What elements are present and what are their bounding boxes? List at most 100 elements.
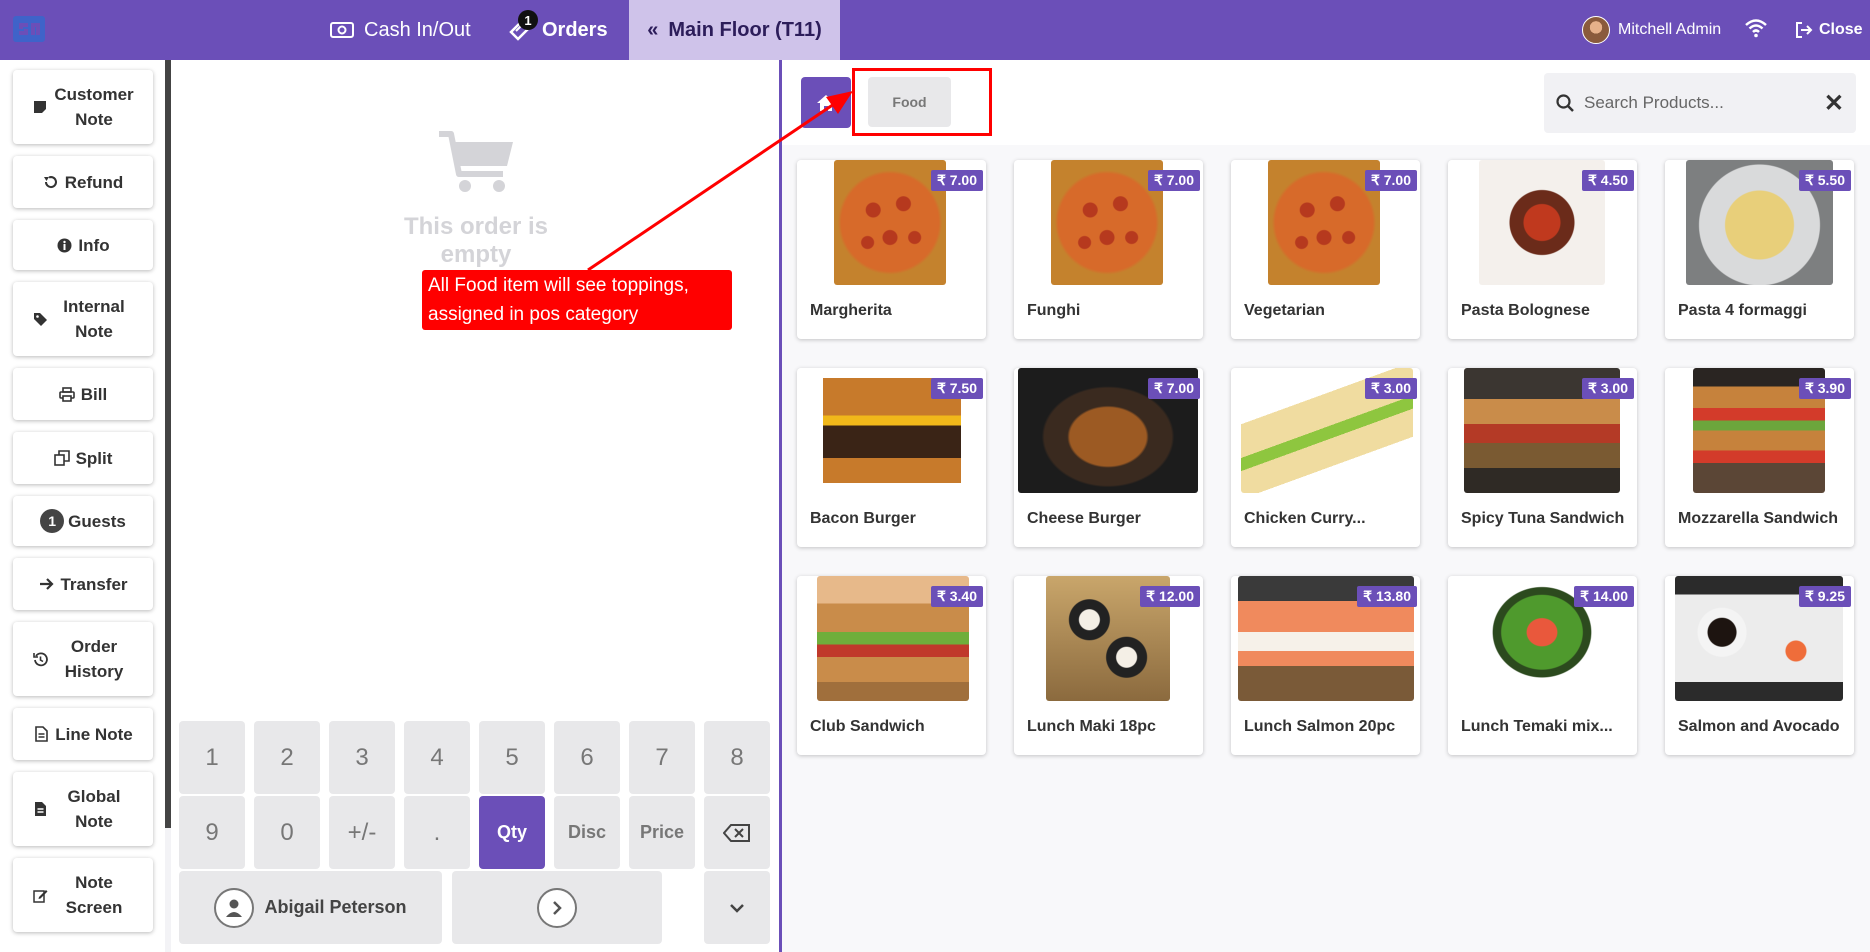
- numpad-key-5[interactable]: 5: [479, 721, 545, 794]
- product-card-funghi[interactable]: ₹ 7.00 Funghi: [1014, 160, 1203, 339]
- close-session-button[interactable]: Close: [1795, 0, 1863, 60]
- info-label: Info: [78, 235, 110, 255]
- product-card-spicy-tuna-sandwich[interactable]: ₹ 3.00 Spicy Tuna Sandwich: [1448, 368, 1637, 547]
- sticky-note-icon: [32, 99, 48, 115]
- product-price: ₹ 3.00: [1364, 378, 1417, 399]
- product-price: ₹ 9.25: [1798, 586, 1851, 607]
- product-card-mozzarella-sandwich[interactable]: ₹ 3.90 Mozzarella Sandwich: [1665, 368, 1854, 547]
- product-card-margherita[interactable]: ₹ 7.00 Margherita: [797, 160, 986, 339]
- info-button[interactable]: Info: [13, 220, 153, 270]
- cart-icon: [439, 131, 513, 192]
- numpad-key-0[interactable]: 0: [254, 796, 320, 869]
- payment-button[interactable]: [452, 871, 662, 944]
- close-label: Close: [1819, 21, 1863, 38]
- customer-note-label: Customer Note: [54, 85, 134, 129]
- app-logo-icon[interactable]: [12, 14, 46, 44]
- product-card-cheese-burger[interactable]: ₹ 7.00 Cheese Burger: [1014, 368, 1203, 547]
- product-search-box[interactable]: ✕: [1544, 73, 1856, 133]
- search-input[interactable]: [1584, 93, 1814, 113]
- undo-icon: [43, 174, 59, 190]
- numpad-key-9[interactable]: 9: [179, 796, 245, 869]
- print-icon: [58, 386, 75, 402]
- global-note-button[interactable]: Global Note: [13, 772, 153, 846]
- order-history-button[interactable]: Order History: [13, 622, 153, 696]
- internal-note-button[interactable]: Internal Note: [13, 282, 153, 356]
- home-category-button[interactable]: [801, 77, 851, 128]
- product-card-lunch-salmon[interactable]: ₹ 13.80 Lunch Salmon 20pc: [1231, 576, 1420, 755]
- product-name: Pasta 4 formaggi: [1678, 302, 1807, 319]
- double-chevron-left-icon: «: [647, 18, 659, 41]
- orders-count-badge: 1: [518, 10, 538, 30]
- numpad-key-3[interactable]: 3: [329, 721, 395, 794]
- numpad-key-7[interactable]: 7: [629, 721, 695, 794]
- file-text-icon: [32, 801, 48, 817]
- customer-note-button[interactable]: Customer Note: [13, 70, 153, 144]
- numpad-key-plus-minus[interactable]: +/-: [329, 796, 395, 869]
- numpad-key-1[interactable]: 1: [179, 721, 245, 794]
- more-actions-button[interactable]: [704, 871, 770, 944]
- bill-button[interactable]: Bill: [13, 368, 153, 420]
- numpad-qty-mode[interactable]: Qty: [479, 796, 545, 869]
- product-card-lunch-maki[interactable]: ₹ 12.00 Lunch Maki 18pc: [1014, 576, 1203, 755]
- arrow-right-icon: [38, 576, 54, 592]
- user-name: Mitchell Admin: [1618, 21, 1722, 38]
- product-name: Pasta Bolognese: [1461, 302, 1590, 319]
- annotation-line-1: All Food item will see toppings,: [428, 275, 689, 296]
- numpad-key-decimal[interactable]: .: [404, 796, 470, 869]
- floor-table-button[interactable]: « Main Floor (T11): [629, 0, 840, 60]
- guests-count-badge: 1: [40, 509, 65, 533]
- transfer-button[interactable]: Transfer: [13, 558, 153, 610]
- cash-in-out-label: Cash In/Out: [364, 18, 471, 41]
- copy-icon: [53, 450, 70, 466]
- product-price: ₹ 7.50: [930, 378, 983, 399]
- annotation-line-2: assigned in pos category: [428, 304, 639, 325]
- clear-search-icon[interactable]: ✕: [1824, 89, 1844, 118]
- numpad-disc-mode[interactable]: Disc: [554, 796, 620, 869]
- product-card-chicken-curry[interactable]: ₹ 3.00 Chicken Curry...: [1231, 368, 1420, 547]
- product-image: [1268, 160, 1380, 285]
- empty-order-text: This order is empty: [403, 213, 549, 268]
- guests-label: Guests: [68, 511, 126, 531]
- product-price: ₹ 3.40: [930, 586, 983, 607]
- product-card-lunch-temaki[interactable]: ₹ 14.00 Lunch Temaki mix...: [1448, 576, 1637, 755]
- line-note-button[interactable]: Line Note: [13, 708, 153, 760]
- guests-button[interactable]: 1 Guests: [13, 496, 153, 546]
- cash-in-out-button[interactable]: Cash In/Out: [330, 0, 471, 60]
- product-name: Salmon and Avocado: [1678, 718, 1840, 735]
- product-card-pasta-4-formaggi[interactable]: ₹ 5.50 Pasta 4 formaggi: [1665, 160, 1854, 339]
- global-note-label: Global Note: [67, 787, 121, 831]
- product-card-bacon-burger[interactable]: ₹ 7.50 Bacon Burger: [797, 368, 986, 547]
- product-image: [1051, 160, 1163, 285]
- product-name: Club Sandwich: [810, 718, 925, 735]
- product-card-club-sandwich[interactable]: ₹ 3.40 Club Sandwich: [797, 576, 986, 755]
- numpad-backspace[interactable]: [704, 796, 770, 869]
- numpad-key-4[interactable]: 4: [404, 721, 470, 794]
- product-card-vegetarian[interactable]: ₹ 7.00 Vegetarian: [1231, 160, 1420, 339]
- note-screen-button[interactable]: Note Screen: [13, 858, 153, 932]
- user-icon: [214, 887, 255, 928]
- annotation-highlight-box: [852, 68, 992, 136]
- refund-button[interactable]: Refund: [13, 156, 153, 208]
- numpad-key-8[interactable]: 8: [704, 721, 770, 794]
- wifi-icon: [1745, 19, 1767, 38]
- product-card-pasta-bolognese[interactable]: ₹ 4.50 Pasta Bolognese: [1448, 160, 1637, 339]
- user-menu[interactable]: Mitchell Admin: [1582, 0, 1721, 60]
- product-name: Bacon Burger: [810, 510, 916, 527]
- orders-button[interactable]: 1 Orders: [508, 0, 608, 60]
- product-price: ₹ 7.00: [1364, 170, 1417, 191]
- numpad-price-mode[interactable]: Price: [629, 796, 695, 869]
- product-image: [834, 160, 946, 285]
- chevron-right-icon: [537, 887, 577, 928]
- bill-label: Bill: [80, 384, 108, 404]
- numpad-key-2[interactable]: 2: [254, 721, 320, 794]
- customer-button[interactable]: Abigail Peterson: [179, 871, 442, 944]
- product-price: ₹ 7.00: [1147, 170, 1200, 191]
- product-name: Cheese Burger: [1027, 510, 1141, 527]
- numpad-key-6[interactable]: 6: [554, 721, 620, 794]
- product-name: Margherita: [810, 302, 892, 319]
- product-card-salmon-avocado[interactable]: ₹ 9.25 Salmon and Avocado: [1665, 576, 1854, 755]
- search-icon: [1556, 94, 1574, 112]
- split-label: Split: [75, 448, 113, 468]
- product-price: ₹ 4.50: [1581, 170, 1634, 191]
- split-button[interactable]: Split: [13, 432, 153, 484]
